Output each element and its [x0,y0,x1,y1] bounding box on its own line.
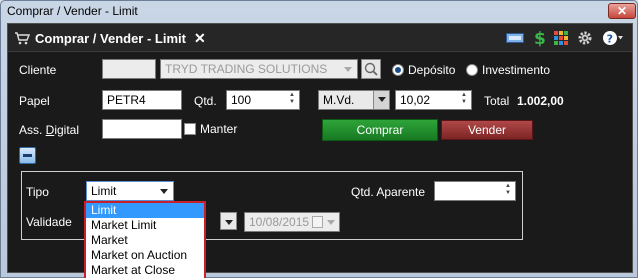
date-chevron-down-icon [327,220,335,225]
radio-investimento-dot [466,64,478,76]
svg-text:?: ? [607,32,613,45]
radio-deposito[interactable]: Depósito [392,63,455,77]
manter-checkbox[interactable]: Manter [184,122,237,136]
radio-deposito-label: Depósito [408,63,456,77]
help-icon[interactable]: ? [602,30,624,46]
cart-icon [15,32,30,45]
chevron-down-icon [344,67,352,72]
qtd-spinner[interactable]: 100 ▲ ▼ [226,90,300,110]
validade-date-value: 10/08/2015 [249,215,310,229]
qtd-aparente-spinner[interactable]: ▲ ▼ [434,181,516,201]
tab-title: Comprar / Vender - Limit [35,30,186,46]
header-toolbar: $ ? [506,29,624,47]
price-mode-select[interactable]: M.Vd. [318,90,390,110]
price-spinner[interactable]: 10,02 ▲ ▼ [395,90,472,110]
cash-icon[interactable] [506,32,524,44]
total-label: Total [484,94,510,108]
tipo-select-value: Limit [91,184,117,198]
cliente-label: Cliente [19,63,57,77]
papel-label: Papel [19,94,50,108]
qtd-label: Qtd. [194,94,217,108]
price-mode-chevron-icon [373,91,389,109]
qtd-value: 100 [231,93,252,107]
qtd-aparente-spin-arrows-icon[interactable]: ▲ ▼ [502,183,514,199]
order-panel: Comprar / Vender - Limit ✕ $ ? Cliente T… [7,23,633,278]
tipo-dropdown-list: Limit Market Limit Market Market on Auct… [84,201,206,278]
cliente-code-field[interactable] [102,59,156,79]
validade-label: Validade [26,215,72,229]
svg-text:$: $ [534,29,545,47]
tipo-option-market-on-auction[interactable]: Market on Auction [86,248,204,263]
comprar-button[interactable]: Comprar [322,119,438,141]
window-frame: Comprar / Vender - Limit ✕ Comprar / Ven… [0,0,638,278]
collapse-panel-button[interactable] [19,147,36,164]
radio-investimento-label: Investimento [482,63,551,77]
cliente-name-select[interactable]: TRYD TRADING SOLUTIONS [160,59,358,79]
papel-symbol-input[interactable]: PETR4 [102,90,182,110]
manter-checkbox-box [184,123,196,135]
price-value: 10,02 [400,93,431,107]
tab-close-icon[interactable]: ✕ [194,30,206,47]
radio-investimento[interactable]: Investimento [466,63,550,77]
total-value: 1.002,00 [517,94,564,108]
tipo-option-market-limit[interactable]: Market Limit [86,218,204,233]
search-client-button[interactable] [361,59,381,79]
calendar-icon [312,216,323,228]
dollar-icon[interactable]: $ [533,29,545,47]
tipo-select[interactable]: Limit [86,181,174,201]
window-title: Comprar / Vender - Limit [7,4,138,18]
tab-comprar-vender[interactable]: Comprar / Vender - Limit ✕ [10,27,214,49]
qtd-spin-arrows-icon[interactable]: ▲ ▼ [286,92,298,108]
cliente-name-value: TRYD TRADING SOLUTIONS [165,62,328,76]
qtd-aparente-label: Qtd. Aparente [351,185,426,199]
tipo-label: Tipo [26,185,49,199]
grid-icon[interactable] [554,31,568,45]
search-icon [364,62,378,76]
validade-date-field[interactable]: 10/08/2015 [244,212,340,232]
ass-digital-input[interactable] [102,119,182,139]
window-close-button[interactable]: ✕ [608,3,636,19]
validade-select-arrow[interactable] [220,212,237,230]
gear-icon[interactable] [577,30,593,46]
ass-digital-label-text: Ass. Digital [19,123,80,137]
price-spin-arrows-icon[interactable]: ▲ ▼ [458,92,470,108]
panel-header: Comprar / Vender - Limit ✕ $ ? [8,24,632,52]
vender-button[interactable]: Vender [441,120,533,140]
tipo-option-market[interactable]: Market [86,233,204,248]
radio-deposito-dot [392,64,404,76]
tipo-option-limit[interactable]: Limit [86,203,204,218]
ass-digital-label: Ass. Digital [19,123,79,137]
manter-label: Manter [200,122,238,136]
price-mode-value: M.Vd. [323,93,355,107]
tipo-chevron-down-icon [160,189,168,194]
tipo-option-market-at-close[interactable]: Market at Close [86,263,204,278]
